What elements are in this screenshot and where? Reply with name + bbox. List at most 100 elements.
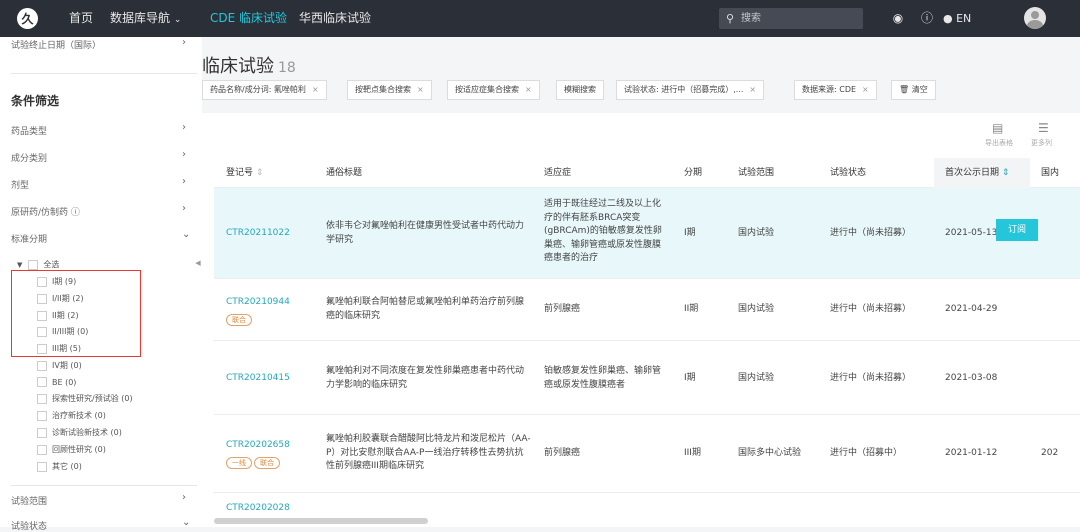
clear-all-button[interactable]: 🗑 清空 [891, 80, 936, 100]
phase-option[interactable]: 其它 (0) [37, 461, 82, 472]
sidebar-collapse-handle[interactable]: ◀ [194, 256, 202, 270]
phase-option[interactable]: 诊断试验新技术 (0) [37, 427, 122, 438]
status-text: 进行中（尚未招募） [830, 304, 912, 314]
phase-label: BE (0) [52, 377, 77, 387]
nav-database-navigation[interactable]: 数据库导航 ⌄ [110, 0, 181, 37]
chevron-right-icon[interactable]: › [182, 149, 186, 160]
user-avatar[interactable] [1024, 7, 1046, 29]
filter-standard-phase[interactable]: 标准分期 [11, 232, 47, 245]
search-icon: ⚲ [726, 12, 735, 25]
chevron-down-icon[interactable]: ⌄ [182, 229, 190, 240]
filter-trial-scope[interactable]: 试验范围 [11, 494, 47, 507]
publish-date: 2021-05-13 [945, 228, 998, 238]
checkbox[interactable] [28, 259, 39, 270]
caret-down-icon: ▼ [17, 260, 23, 269]
trial-title[interactable]: 依非韦仑对氟唑帕利在健康男性受试者中药代动力学研究 [326, 220, 526, 247]
filter-chip[interactable]: 试验状态: 进行中（招募完成）,... × [616, 80, 765, 100]
checkbox[interactable] [37, 360, 47, 371]
checkbox[interactable] [37, 393, 47, 404]
nav-huaxi-trials[interactable]: 华西临床试验 [299, 0, 371, 37]
checkbox[interactable] [37, 427, 47, 438]
filter-chip[interactable]: 按靶点集合搜索 × [347, 80, 432, 100]
chevron-right-icon[interactable]: › [182, 492, 186, 503]
language-switch[interactable]: ● EN [943, 0, 971, 37]
column-header-first-publish-date[interactable]: 首次公示日期 ⇕ [945, 160, 1009, 187]
trial-title[interactable]: 氟唑帕利对不同浓度在复发性卵巢癌患者中药代动力学影响的临床研究 [326, 365, 526, 392]
chevron-right-icon[interactable]: › [182, 37, 186, 48]
filter-original-generic[interactable]: 原研药/仿制药 ⓘ [11, 205, 80, 218]
phase-label: 回顾性研究 (0) [52, 445, 106, 454]
nav-cde-trials[interactable]: CDE 临床试验 [210, 0, 287, 37]
close-icon[interactable]: × [749, 85, 756, 94]
phase-text: I期 [684, 373, 696, 383]
export-label[interactable]: 导出表格 [985, 138, 1013, 148]
chip-label: 试验状态: 进行中（招募完成）,... [624, 85, 744, 94]
registration-cell: CTR20210944 联合 [226, 296, 290, 327]
select-all-label: 全选 [43, 260, 60, 269]
theme-icon[interactable]: ◉ [890, 10, 906, 26]
registration-link[interactable]: CTR20210944 [226, 296, 290, 310]
checkbox[interactable] [37, 377, 47, 387]
phase-option[interactable]: 治疗新技术 (0) [37, 410, 106, 421]
checkbox[interactable] [37, 461, 47, 472]
help-icon[interactable]: ⓘ [919, 10, 935, 26]
trial-title[interactable]: 氟唑帕利胶囊联合醋酸阿比特龙片和泼尼松片（AA-P）对比安慰剂联合AA-P一线治… [326, 433, 532, 474]
export-icon[interactable]: ▤ [992, 121, 1003, 135]
result-count: 18 [278, 60, 296, 76]
horizontal-scrollbar[interactable] [214, 518, 428, 524]
sort-icon[interactable]: ⇕ [256, 168, 264, 178]
search-input[interactable]: ⚲ 搜索 [719, 8, 863, 29]
filter-trial-status[interactable]: 试验状态 [11, 519, 47, 532]
nav-home[interactable]: 首页 [69, 0, 93, 37]
registration-link[interactable]: CTR20211022 [226, 227, 290, 241]
indication-text: 前列腺癌 [544, 448, 581, 458]
filter-drug-type[interactable]: 药品类型 [11, 124, 47, 137]
trial-title[interactable]: 氟唑帕利联合阿帕替尼或氟唑帕利单药治疗前列腺癌的临床研究 [326, 296, 526, 323]
phase-option[interactable]: BE (0) [37, 377, 76, 387]
checkbox[interactable] [37, 410, 47, 421]
chevron-down-icon[interactable]: ⌄ [182, 517, 190, 528]
scope-text: 国内试验 [738, 304, 775, 314]
app-logo[interactable]: 久 [17, 8, 38, 29]
phase-option[interactable]: IV期 (0) [37, 360, 82, 371]
more-columns-label[interactable]: 更多列 [1031, 138, 1052, 148]
phase-label: 诊断试验新技术 (0) [52, 428, 122, 437]
filter-trial-end-date[interactable]: 试验终止日期（国际） [11, 38, 101, 51]
chip-label: 数据来源: CDE [802, 85, 857, 94]
scope-text: 国际多中心试验 [738, 448, 802, 458]
filter-chip[interactable]: 按适应症集合搜索 × [447, 80, 540, 100]
filter-chip[interactable]: 药品名称/成分词: 氟唑帕利 × [202, 80, 327, 100]
phase-text: III期 [684, 448, 701, 458]
filter-ingredient-category[interactable]: 成分类别 [11, 151, 47, 164]
filter-dosage-form[interactable]: 剂型 [11, 178, 29, 191]
column-header-registration-no[interactable]: 登记号 ⇕ [226, 160, 263, 187]
sort-icon[interactable]: ⇕ [1002, 168, 1010, 178]
column-label: 登记号 [226, 168, 254, 178]
registration-link[interactable]: CTR20202658 [226, 439, 290, 453]
registration-link[interactable]: CTR20210415 [226, 372, 290, 386]
column-header-scope: 试验范围 [738, 168, 775, 178]
close-icon[interactable]: × [862, 85, 869, 94]
status-text: 进行中（尚未招募） [830, 228, 912, 238]
top-navigation-bar: 久 首页 数据库导航 ⌄ CDE 临床试验 华西临床试验 ⚲ 搜索 ◉ ⓘ ● … [0, 0, 1080, 37]
tag-badge: 一线 [226, 456, 252, 469]
chip-label: 药品名称/成分词: 氟唑帕利 [210, 85, 306, 94]
chevron-right-icon[interactable]: › [182, 122, 186, 133]
chevron-right-icon[interactable]: › [182, 203, 186, 214]
close-icon[interactable]: × [525, 85, 532, 94]
phase-option[interactable]: 回顾性研究 (0) [37, 444, 106, 455]
close-icon[interactable]: × [312, 85, 319, 94]
filter-chip[interactable]: 模糊搜索 [556, 80, 604, 100]
registration-link[interactable]: CTR20202028 [226, 502, 290, 516]
close-icon[interactable]: × [417, 85, 424, 94]
checkbox[interactable] [37, 444, 47, 455]
filter-chip[interactable]: 数据来源: CDE × [794, 80, 877, 100]
select-all-checkbox[interactable]: ▼ 全选 [17, 259, 59, 270]
phase-label: 其它 (0) [52, 462, 82, 471]
subscribe-button[interactable]: 订阅 [996, 219, 1038, 241]
list-columns-icon[interactable]: ☰ [1038, 121, 1049, 135]
chip-label: 按适应症集合搜索 [455, 85, 519, 94]
clear-label: 清空 [911, 85, 928, 94]
chevron-right-icon[interactable]: › [182, 176, 186, 187]
phase-option[interactable]: 探索性研究/预试验 (0) [37, 393, 133, 404]
